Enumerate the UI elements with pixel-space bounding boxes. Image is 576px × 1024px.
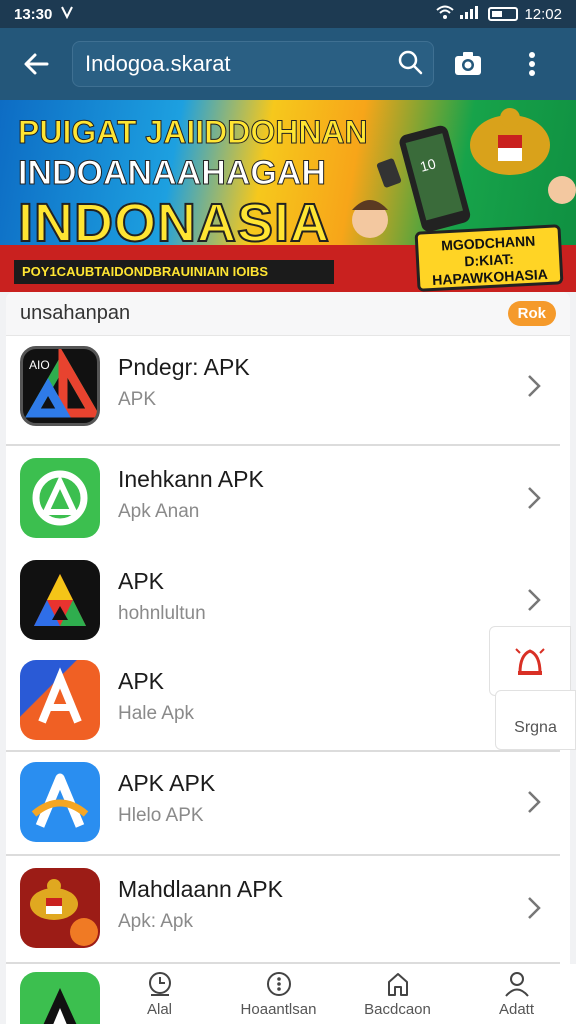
house-icon [387,972,408,996]
green-a-app-icon [20,458,100,538]
banner-line1: PUIGAT JAIIDDOHNAN [18,114,369,151]
app-subtitle: APK [118,389,157,410]
divider [6,854,560,856]
more-options-button[interactable] [502,28,562,100]
notification-icon [60,5,74,23]
app-subtitle: Hlelo APK [118,805,204,826]
app-name: APK [118,668,165,694]
nav-label: Adatt [498,1000,535,1018]
orange-a-app-icon [20,660,100,740]
camera-icon [455,52,481,75]
search-icon[interactable] [397,49,423,80]
app-name: APK APK [118,770,216,796]
list-header-badge[interactable]: Rok [507,301,556,326]
list-item[interactable]: APK Hale Apk [6,650,570,750]
app-subtitle: hohnlultun [118,603,206,624]
signal-icon [460,5,482,23]
list-header-title: unsahanpan [20,302,131,324]
triangle-app-icon: AIO [20,346,100,426]
banner-sticker: MGODCHANN D:KIAT: HAPAWKOHASIA [414,224,564,292]
app-bar [0,28,576,100]
app-subtitle: Apk Anan [118,501,200,522]
battery-icon [488,7,519,21]
wifi-icon [436,5,455,23]
status-bar: 13:30 12:02 [0,0,576,28]
nav-item-profile[interactable]: Adatt [457,964,576,1024]
bottom-navigation: Alal Hoaantlsan Bacdcaon Adatt [100,964,576,1024]
banner-line2: INDOANAAHAGAH [18,154,327,193]
chevron-right-icon [528,375,541,397]
banner-headline: INDONASIA [17,192,331,254]
list-header: unsahanpan Rok [6,292,570,336]
share-button[interactable]: Srgna [495,690,576,750]
app-name: Inehkann APK [118,466,264,492]
divider [6,444,560,446]
nav-item-info[interactable]: Hoaantlsan [219,964,338,1024]
svg-text:AIO: AIO [29,358,50,372]
promo-banner[interactable]: PUIGAT JAIIDDOHNAN INDOANAAHAGAH INDONAS… [0,100,576,292]
nav-item-house[interactable]: Bacdcaon [338,964,457,1024]
list-item[interactable]: APK hohnlultun [6,550,570,650]
garuda-emblem-icon [470,108,550,175]
nav-label: Bacdcaon [364,1000,431,1018]
arrow-left-icon [24,53,49,75]
nav-label: Alal [146,1000,172,1018]
garuda-app-icon [20,868,100,948]
status-clock: 12:02 [524,5,562,23]
app-subtitle: Hale Apk [118,703,195,724]
blue-a-app-icon [20,762,100,842]
list-item[interactable]: Inehkann APK Apk Anan [6,448,570,548]
chevron-right-icon [528,897,541,919]
home-icon [148,971,171,996]
list-item[interactable]: AIO Pndegr: APK APK [6,336,570,436]
info-icon [266,971,291,996]
list-item[interactable]: APK APK Hlelo APK [6,752,570,852]
app-name: Mahdlaann APK [118,876,283,902]
bell-alert-icon [515,648,545,675]
list-item[interactable]: Mahdlaann APK Apk: Apk [6,858,570,958]
partial-app-icon[interactable] [20,972,100,1024]
chevron-right-icon [528,791,541,813]
banner-tagline: POY1CAUBTAIDONDBRAUINIAIN IOIBS [14,260,334,284]
app-name: APK [118,568,165,594]
more-vertical-icon [529,52,535,76]
chevron-right-icon [528,487,541,509]
share-label: Srgna [514,719,557,736]
status-time: 13:30 [14,5,53,23]
color-a-app-icon [20,560,100,640]
app-list-card: unsahanpan Rok AIO Pndegr: APK APK Inehk… [6,292,570,1024]
camera-button[interactable] [434,28,502,100]
user-icon [504,971,529,997]
back-button[interactable] [0,28,72,100]
search-input[interactable] [85,51,397,77]
chevron-right-icon [528,589,541,611]
search-bar[interactable] [72,41,434,87]
nav-label: Hoaantlsan [240,1000,317,1018]
floating-alert-button[interactable] [489,626,571,696]
app-name: Pndegr: APK [118,354,250,380]
app-subtitle: Apk: Apk [118,911,193,932]
nav-item-home[interactable]: Alal [100,964,219,1024]
